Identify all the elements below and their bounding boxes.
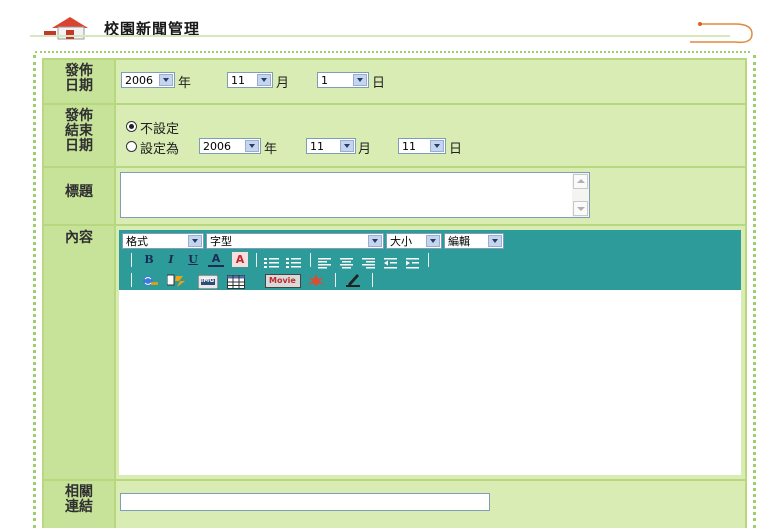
format-select[interactable]: 格式 [122, 233, 204, 249]
end-year-value: 2006 [203, 140, 231, 153]
insert-table-icon[interactable] [227, 274, 245, 289]
publish-year-value: 2006 [125, 74, 153, 87]
italic-button[interactable]: I [163, 252, 179, 267]
chevron-down-icon [245, 140, 259, 152]
size-select-value: 大小 [390, 235, 412, 248]
insert-movie-label: Movie [269, 276, 296, 285]
chevron-down-icon [488, 235, 502, 247]
chevron-down-icon [430, 140, 444, 152]
end-date-label-line2: 結束 [65, 123, 93, 139]
insert-flash-icon[interactable] [166, 273, 189, 288]
font-select-value: 字型 [210, 235, 232, 248]
header-logo-house-icon [44, 14, 92, 42]
end-year-select[interactable]: 2006 [199, 138, 261, 154]
end-day-value: 11 [402, 140, 416, 153]
end-month-value: 11 [310, 140, 324, 153]
align-right-icon[interactable] [362, 254, 376, 269]
title-textarea[interactable] [120, 172, 590, 218]
end-day-select[interactable]: 11 [398, 138, 446, 154]
size-select[interactable]: 大小 [386, 233, 442, 249]
publish-date-field [116, 60, 745, 103]
related-link-label: 相關 連結 [44, 481, 114, 528]
toolbar-separator [428, 253, 429, 267]
html-source-icon[interactable] [344, 272, 362, 288]
highlight-color-button[interactable]: A [232, 252, 248, 267]
edit-select-value: 編輯 [448, 235, 470, 248]
unordered-list-icon[interactable] [264, 254, 280, 268]
chevron-down-icon [368, 235, 382, 247]
chevron-down-icon [188, 235, 202, 247]
header-swoosh-icon [690, 14, 760, 44]
underline-button[interactable]: U [185, 252, 201, 267]
publish-month-unit: 月 [276, 76, 290, 91]
toolbar-separator [310, 253, 311, 267]
align-left-icon[interactable] [318, 254, 332, 269]
scroll-down-icon[interactable] [573, 201, 588, 216]
content-editor[interactable] [119, 290, 741, 475]
scroll-up-icon[interactable] [573, 174, 588, 189]
toolbar-separator [256, 253, 257, 267]
toolbar-separator [131, 273, 132, 287]
title-scrollbar[interactable] [572, 173, 589, 217]
toolbar-separator [335, 273, 336, 287]
insert-image-icon[interactable]: IMG [197, 274, 219, 290]
end-date-field [116, 105, 745, 166]
edit-select[interactable]: 編輯 [444, 233, 504, 249]
align-center-icon[interactable] [340, 254, 354, 269]
end-month-unit: 月 [358, 142, 372, 157]
font-select[interactable]: 字型 [206, 233, 384, 249]
insert-special-icon[interactable] [306, 273, 326, 288]
end-year-unit: 年 [264, 142, 278, 157]
publish-year-select[interactable]: 2006 [121, 72, 175, 88]
publish-day-value: 1 [321, 74, 328, 87]
insert-image-label: IMG [201, 277, 215, 284]
chevron-down-icon [340, 140, 354, 152]
form-top-border [35, 51, 750, 53]
chevron-down-icon [257, 74, 271, 86]
outdent-icon[interactable] [384, 254, 398, 269]
toolbar-separator [372, 273, 373, 287]
ordered-list-icon[interactable] [286, 254, 302, 268]
chevron-down-icon [159, 74, 173, 86]
title-label: 標題 [44, 168, 114, 224]
radio-no-end-date[interactable] [126, 121, 137, 132]
end-date-label-line1: 發佈 [65, 108, 93, 124]
end-month-select[interactable]: 11 [306, 138, 356, 154]
content-label: 內容 [44, 226, 114, 479]
related-link-input[interactable] [120, 493, 490, 511]
publish-month-select[interactable]: 11 [227, 72, 273, 88]
insert-link-icon[interactable] [141, 273, 159, 288]
insert-movie-icon[interactable]: Movie [265, 274, 301, 288]
bold-button[interactable]: B [141, 252, 157, 267]
indent-icon[interactable] [406, 254, 420, 269]
publish-date-label-line2: 日期 [65, 78, 93, 94]
end-date-label-line3: 日期 [65, 138, 93, 154]
publish-date-label-line1: 發佈 [65, 63, 93, 79]
format-select-value: 格式 [126, 235, 148, 248]
end-date-label: 發佈 結束 日期 [44, 105, 114, 166]
radio-set-end-date[interactable] [126, 141, 137, 152]
publish-month-value: 11 [231, 74, 245, 87]
publish-year-unit: 年 [178, 76, 192, 91]
chevron-down-icon [426, 235, 440, 247]
publish-day-unit: 日 [372, 76, 386, 91]
radio-set-end-date-label: 設定為 [140, 142, 180, 157]
publish-day-select[interactable]: 1 [317, 72, 369, 88]
related-link-label-line2: 連結 [65, 499, 93, 515]
end-day-unit: 日 [449, 142, 463, 157]
publish-date-label: 發佈 日期 [44, 60, 114, 103]
font-color-button[interactable]: A [208, 252, 224, 267]
related-link-label-line1: 相關 [65, 484, 93, 500]
chevron-down-icon [353, 74, 367, 86]
radio-no-end-date-label: 不設定 [140, 122, 180, 137]
toolbar-separator [131, 253, 132, 267]
header-underline [30, 35, 730, 37]
